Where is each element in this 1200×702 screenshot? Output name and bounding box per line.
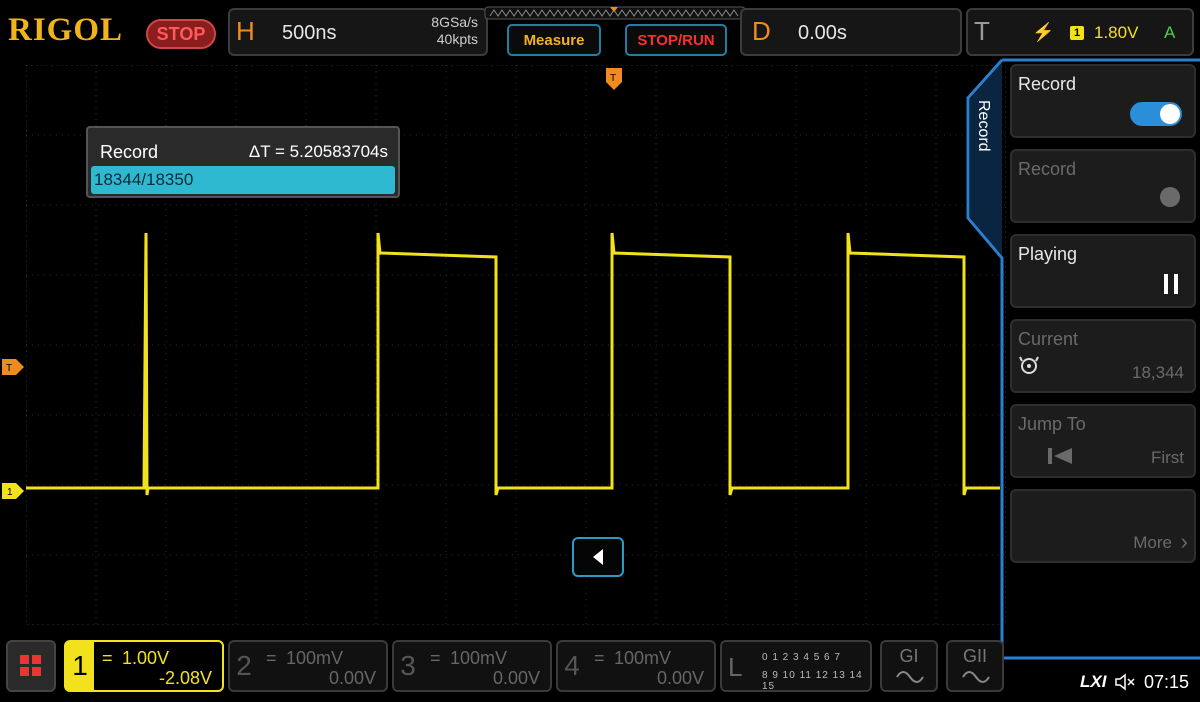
delay-value: 0.00s — [798, 22, 847, 44]
svg-text:T: T — [6, 363, 12, 374]
memory-position-indicator — [484, 6, 746, 20]
knob-icon — [1019, 356, 1039, 374]
logic-letter: L — [728, 652, 743, 682]
channel-scale: 1.00V — [122, 648, 170, 668]
skip-to-start-icon — [1048, 448, 1072, 464]
record-dot-icon — [1160, 187, 1180, 207]
channel-2-button[interactable]: 2 = 100mV 0.00V — [228, 640, 388, 692]
channel-offset: 0.00V — [656, 668, 704, 688]
menu-playing[interactable]: Playing — [1010, 234, 1196, 308]
coupling-icon: = — [102, 648, 113, 668]
channel-offset: 0.00V — [492, 668, 540, 688]
trigger-mode: A — [1164, 23, 1176, 42]
run-state-badge: STOP — [146, 19, 216, 49]
brand-logo: RIGOL — [8, 12, 124, 48]
coupling-icon: = — [266, 648, 277, 668]
menu-item-label: Record — [1018, 159, 1077, 179]
coupling-icon: = — [594, 648, 605, 668]
trigger-position-marker[interactable]: T — [603, 66, 625, 92]
memory-depth: 40kpts — [436, 31, 478, 47]
menu-item-value: First — [1150, 448, 1184, 467]
speaker-muted-icon[interactable] — [1114, 672, 1138, 692]
channel-number: 4 — [564, 650, 580, 681]
sample-rate: 8GSa/s — [431, 14, 478, 30]
menu-tab-record[interactable]: Record — [974, 100, 992, 152]
logic-analyzer-button[interactable]: L 0 1 2 3 4 5 6 7 8 9 10 11 12 13 14 15 — [720, 640, 872, 692]
trigger-level: 1.80V — [1094, 23, 1139, 42]
trigger-letter: T — [974, 16, 990, 46]
channel-number: 1 — [66, 642, 94, 690]
scroll-left-button[interactable] — [572, 537, 624, 577]
timebase-value: 500ns — [282, 22, 337, 44]
channel-scale: 100mV — [286, 648, 344, 668]
home-menu-button[interactable] — [6, 640, 56, 692]
menu-record-start[interactable]: Record — [1010, 149, 1196, 223]
toggle-knob — [1160, 104, 1180, 124]
menu-item-value: 18,344 — [1132, 363, 1184, 382]
record-popup-title: Record — [100, 142, 159, 162]
delay-panel[interactable]: D 0.00s — [740, 8, 962, 56]
menu-item-label: Current — [1018, 329, 1079, 349]
menu-more[interactable]: More › — [1010, 489, 1196, 563]
menu-item-label: Record — [1018, 74, 1077, 94]
logic-channels-row1: 0 1 2 3 4 5 6 7 — [762, 652, 841, 663]
svg-text:1: 1 — [7, 487, 13, 498]
generator-label: GII — [962, 646, 987, 666]
logic-channels-row2: 8 9 10 11 12 13 14 15 — [762, 670, 863, 692]
record-delta-time: ΔT = 5.20583704s — [248, 142, 388, 161]
more-label: More — [1133, 533, 1172, 552]
channel-scale: 100mV — [614, 648, 672, 668]
triangle-left-icon — [593, 549, 603, 565]
coupling-icon: = — [430, 648, 441, 668]
channel1-offset-marker[interactable]: 1 — [0, 480, 26, 502]
channel-1-button[interactable]: 1 = 1.00V -2.08V — [64, 640, 224, 692]
menu-item-label: Playing — [1018, 244, 1078, 264]
svg-text:T: T — [610, 73, 616, 84]
trigger-level-marker[interactable]: T — [0, 356, 26, 378]
channel-offset: 0.00V — [328, 668, 376, 688]
channel-number: 3 — [400, 650, 416, 681]
record-info-popup: Record ΔT = 5.20583704s 18344/18350 — [86, 126, 400, 198]
record-frame-counter: 18344/18350 — [91, 166, 395, 194]
channel-scale: 100mV — [450, 648, 508, 668]
channel-4-button[interactable]: 4 = 100mV 0.00V — [556, 640, 716, 692]
toggle-switch[interactable] — [1130, 102, 1182, 126]
generator-2-button[interactable]: GII — [946, 640, 1004, 692]
channel-number: 2 — [236, 650, 252, 681]
menu-record-toggle[interactable]: Record — [1010, 64, 1196, 138]
acquisition-info: 8GSa/s 40kpts — [431, 14, 478, 48]
clock-time: 07:15 — [1144, 672, 1190, 692]
trigger-source-badge: 1 — [1070, 26, 1084, 40]
sine-wave-icon — [962, 671, 990, 683]
channel-offset: -2.08V — [158, 668, 212, 688]
grid-menu-icon — [20, 655, 41, 676]
rising-edge-icon: ⚡ — [1032, 22, 1055, 42]
stop-run-button[interactable]: STOP/RUN — [625, 24, 727, 56]
generator-1-button[interactable]: GI — [880, 640, 938, 692]
horizontal-panel[interactable]: H 500ns 8GSa/s 40kpts — [228, 8, 488, 56]
channel1-trace — [26, 232, 1000, 496]
menu-current-frame[interactable]: Current 18,344 — [1010, 319, 1196, 393]
chevron-right-icon: › — [1180, 529, 1188, 554]
channel-3-button[interactable]: 3 = 100mV 0.00V — [392, 640, 552, 692]
measure-button[interactable]: Measure — [507, 24, 601, 56]
trigger-panel[interactable]: T ⚡ 1 1.80V A — [966, 8, 1194, 56]
generator-label: GI — [899, 646, 919, 666]
horizontal-letter: H — [236, 16, 255, 46]
menu-item-label: Jump To — [1018, 414, 1086, 434]
sine-wave-icon — [896, 671, 924, 683]
delay-letter: D — [752, 16, 771, 46]
pause-icon — [1164, 274, 1178, 294]
menu-jump-to[interactable]: Jump To First — [1010, 404, 1196, 478]
lxi-logo: LXI — [1080, 672, 1107, 691]
